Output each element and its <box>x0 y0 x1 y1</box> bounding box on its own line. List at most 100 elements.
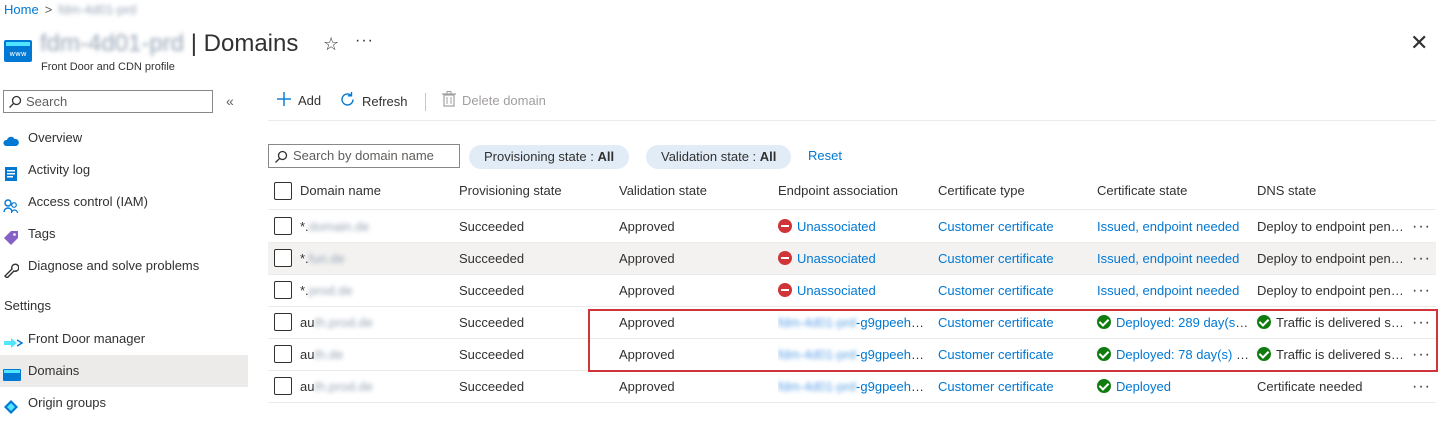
domain-name-cell[interactable]: auth.de <box>300 339 450 370</box>
endpoint-link[interactable]: Unassociated <box>797 283 876 298</box>
validation-state: Approved <box>619 251 675 266</box>
certificate-state-link[interactable]: Issued, endpoint needed <box>1097 219 1239 234</box>
sidebar-item-front-door-manager[interactable]: Front Door manager <box>0 323 248 355</box>
row-more-options-icon[interactable]: ··· <box>1412 243 1434 274</box>
toolbar-divider-line <box>268 120 1436 121</box>
column-header-provisioning-state[interactable]: Provisioning state <box>459 183 562 198</box>
reset-filters-link[interactable]: Reset <box>808 148 842 163</box>
certificate-state-cell[interactable]: Issued, endpoint needed <box>1097 211 1249 242</box>
certificate-type-cell[interactable]: Customer certificate <box>938 211 1090 242</box>
column-header-certificate-type[interactable]: Certificate type <box>938 183 1025 198</box>
domain-search-input[interactable]: Search by domain name <box>268 144 460 168</box>
domain-name-redacted: prod.de <box>308 283 353 298</box>
add-button[interactable]: Add <box>276 91 321 110</box>
error-status-icon <box>778 283 792 297</box>
domain-name-cell[interactable]: auth.prod.de <box>300 307 450 338</box>
certificate-state-cell[interactable]: Issued, endpoint needed <box>1097 275 1249 306</box>
dns-state: Deploy to endpoint pending <box>1257 251 1409 266</box>
sidebar-search-input[interactable]: Search <box>3 90 213 113</box>
validation-state-cell: Approved <box>619 371 769 402</box>
sidebar-item-overview[interactable]: Overview <box>0 122 248 154</box>
refresh-icon <box>339 91 356 111</box>
endpoint-link[interactable]: Unassociated <box>797 219 876 234</box>
endpoint-association-cell[interactable]: Unassociated <box>778 243 930 274</box>
endpoint-link[interactable]: -g9gpeehcbz <box>856 379 930 394</box>
table-row[interactable]: auth.prod.de Succeeded Approved fdm-4d01-pr… <box>268 371 1436 403</box>
certificate-state-cell[interactable]: Deployed <box>1097 371 1249 402</box>
row-checkbox[interactable] <box>274 377 292 395</box>
row-checkbox[interactable] <box>274 345 292 363</box>
sidebar-item-origin-groups[interactable]: Origin groups <box>0 387 248 419</box>
endpoint-association-cell[interactable]: Unassociated <box>778 211 930 242</box>
row-checkbox[interactable] <box>274 249 292 267</box>
sidebar-item-diagnose[interactable]: Diagnose and solve problems <box>0 250 248 282</box>
breadcrumb-profile[interactable]: fdm-4d01-prd <box>58 2 136 17</box>
dns-state: Deploy to endpoint pending <box>1257 283 1409 298</box>
refresh-button[interactable]: Refresh <box>339 91 408 111</box>
column-header-endpoint-association[interactable]: Endpoint association <box>778 183 898 198</box>
activity-log-icon <box>3 162 19 181</box>
provisioning-state-cell: Succeeded <box>459 339 609 370</box>
sidebar-item-tags[interactable]: Tags <box>0 218 248 250</box>
breadcrumb-home[interactable]: Home <box>4 2 39 17</box>
row-checkbox[interactable] <box>274 281 292 299</box>
domain-name-cell[interactable]: *.domain.de <box>300 211 450 242</box>
page-title: fdm-4d01-prd | Domains <box>40 30 299 57</box>
column-header-domain-name[interactable]: Domain name <box>300 183 381 198</box>
sidebar-item-domains[interactable]: Domains <box>0 355 248 387</box>
domain-name-redacted: th.de <box>314 347 344 362</box>
domain-name-cell[interactable]: auth.prod.de <box>300 371 450 402</box>
error-status-icon <box>778 219 792 233</box>
certificate-type-cell[interactable]: Customer certificate <box>938 275 1090 306</box>
certificate-type-link[interactable]: Customer certificate <box>938 283 1054 298</box>
certificate-type-cell[interactable]: Customer certificate <box>938 243 1090 274</box>
certificate-state-link[interactable]: Deployed <box>1116 379 1171 394</box>
domain-name-redacted: fun.de <box>308 251 345 266</box>
svg-text:www: www <box>9 50 26 58</box>
collapse-sidebar-icon[interactable]: « <box>226 93 234 109</box>
column-header-validation-state[interactable]: Validation state <box>619 183 707 198</box>
row-more-options-icon[interactable]: ··· <box>1412 371 1434 402</box>
validation-state-filter[interactable]: Validation state : All <box>646 145 792 169</box>
breadcrumb: Home > fdm-4d01-prd <box>4 2 136 17</box>
more-options-icon[interactable]: ··· <box>355 32 374 50</box>
certificate-type-link[interactable]: Customer certificate <box>938 379 1054 394</box>
certificate-state-link[interactable]: Issued, endpoint needed <box>1097 283 1239 298</box>
endpoint-link[interactable]: Unassociated <box>797 251 876 266</box>
endpoint-association-cell[interactable]: fdm-4d01-prd-g9gpeehcbz <box>778 371 930 402</box>
delete-domain-button[interactable]: Delete domain <box>442 91 546 110</box>
column-header-certificate-state[interactable]: Certificate state <box>1097 183 1187 198</box>
domain-name-cell[interactable]: *.fun.de <box>300 243 450 274</box>
provisioning-state: Succeeded <box>459 379 525 394</box>
row-checkbox[interactable] <box>274 217 292 235</box>
certificate-type-link[interactable]: Customer certificate <box>938 219 1054 234</box>
row-more-options-icon[interactable]: ··· <box>1412 211 1434 242</box>
row-checkbox[interactable] <box>274 313 292 331</box>
table-row[interactable]: *.domain.de Succeeded Approved Unassociated… <box>268 211 1436 243</box>
certificate-type-cell[interactable]: Customer certificate <box>938 371 1090 402</box>
table-row[interactable]: *.prod.de Succeeded Approved Unassociated Cu… <box>268 275 1436 307</box>
provisioning-state-cell: Succeeded <box>459 243 609 274</box>
search-icon <box>274 149 288 171</box>
sidebar-item-access-control[interactable]: Access control (IAM) <box>0 186 248 218</box>
certificate-type-link[interactable]: Customer certificate <box>938 251 1054 266</box>
provisioning-state-filter[interactable]: Provisioning state : All <box>469 145 630 169</box>
column-header-dns-state[interactable]: DNS state <box>1257 183 1316 198</box>
table-row[interactable]: *.fun.de Succeeded Approved Unassociated Cus… <box>268 243 1436 275</box>
domain-name-cell[interactable]: *.prod.de <box>300 275 450 306</box>
dns-state-cell: Deploy to endpoint pending <box>1257 211 1409 242</box>
sidebar-item-activity-log[interactable]: Activity log <box>0 154 248 186</box>
certificate-state-cell[interactable]: Issued, endpoint needed <box>1097 243 1249 274</box>
endpoint-name-redacted[interactable]: fdm-4d01-prd <box>778 379 856 394</box>
validation-state-cell: Approved <box>619 243 769 274</box>
endpoint-association-cell[interactable]: Unassociated <box>778 275 930 306</box>
cloud-icon <box>3 130 19 146</box>
select-all-checkbox[interactable] <box>274 182 292 200</box>
origin-groups-icon <box>3 395 19 414</box>
close-icon[interactable]: ✕ <box>1410 30 1428 56</box>
row-more-options-icon[interactable]: ··· <box>1412 275 1434 306</box>
domain-name-redacted: th.prod.de <box>314 315 374 330</box>
certificate-state-link[interactable]: Issued, endpoint needed <box>1097 251 1239 266</box>
domain-prefix: *. <box>300 251 309 266</box>
star-icon[interactable]: ☆ <box>323 34 339 55</box>
